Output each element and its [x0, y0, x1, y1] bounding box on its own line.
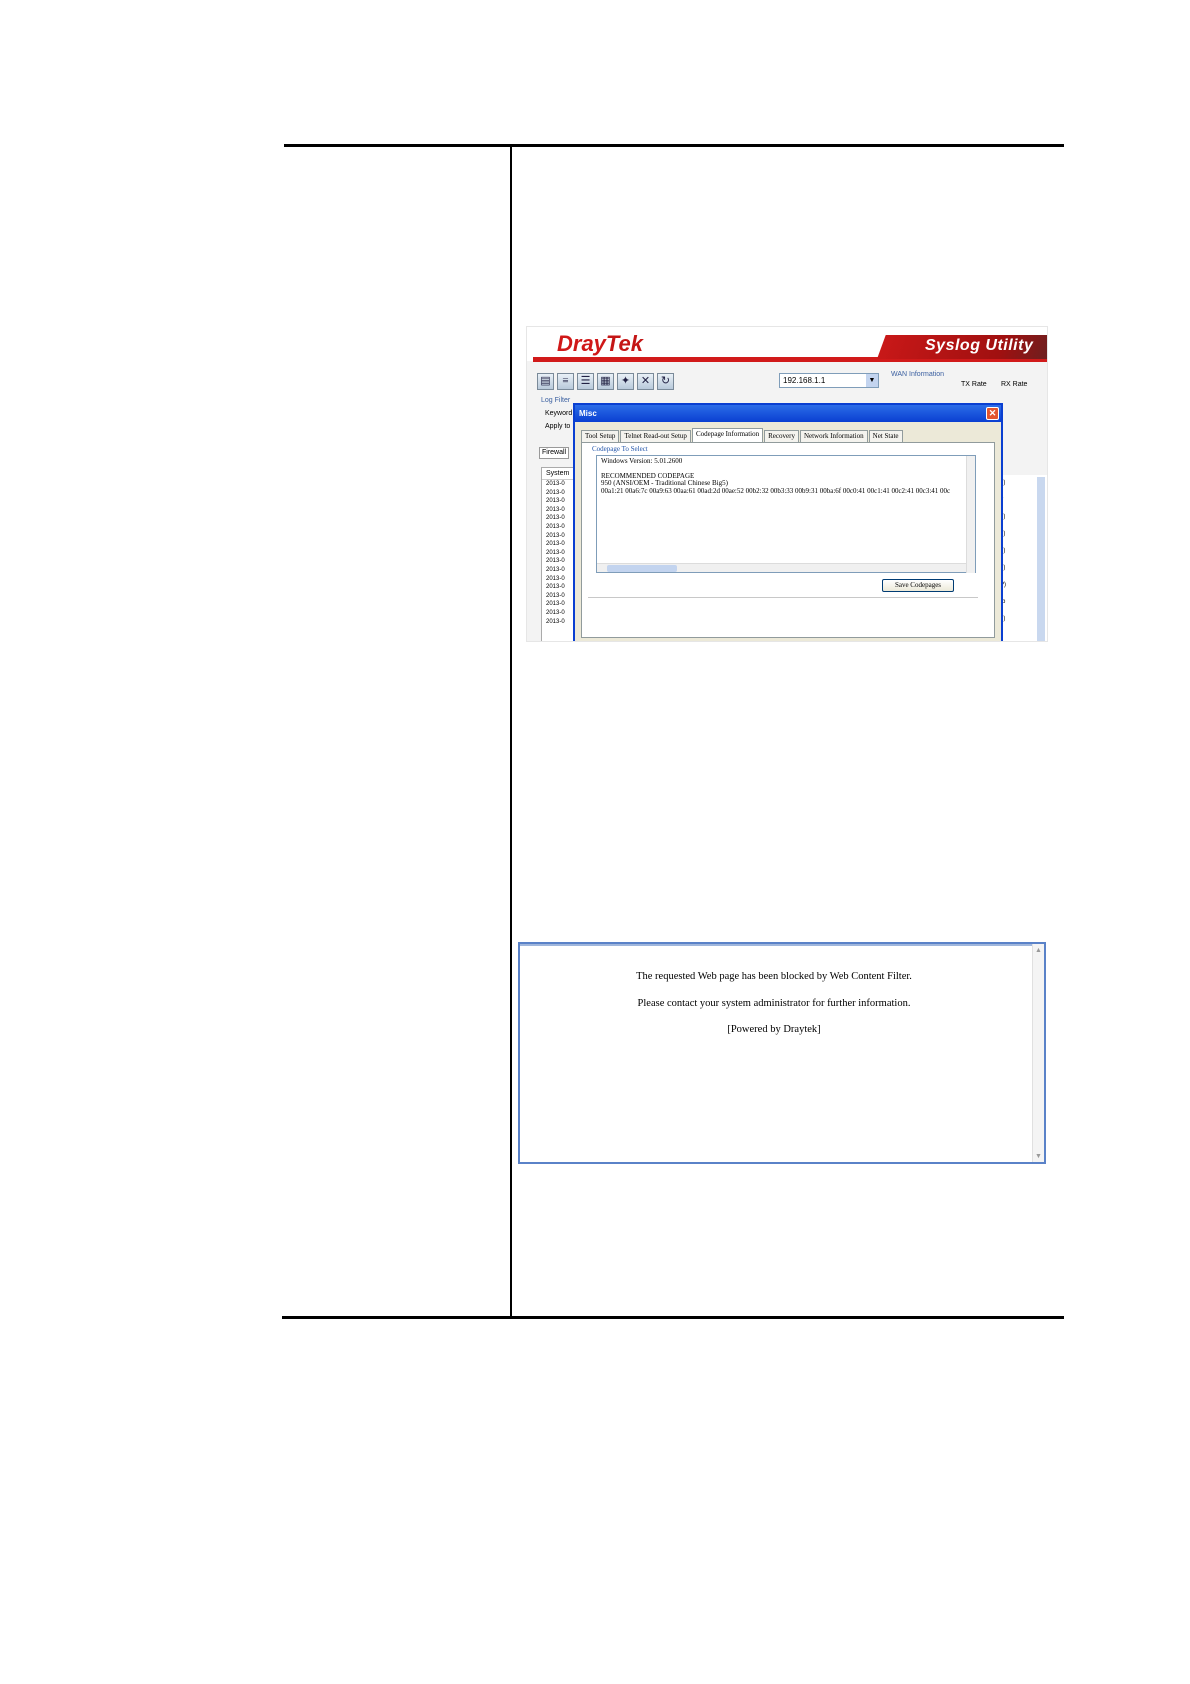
syslog-log-list: System 2013-0 2013-0 2013-0 2013-0 2013-… [541, 467, 577, 641]
scroll-down-icon[interactable]: ▼ [1034, 1151, 1043, 1161]
bulb-icon[interactable]: ✦ [617, 373, 634, 390]
close-icon[interactable]: ✕ [986, 407, 999, 420]
table-column-divider [510, 146, 512, 1318]
table-row[interactable]: 2013-0 [542, 480, 576, 489]
stack-icon[interactable]: ☰ [577, 373, 594, 390]
tab-firewall[interactable]: Firewall [539, 447, 569, 459]
table-row[interactable]: 2013-0 [542, 566, 576, 575]
misc-tab-strip: Tool Setup Telnet Read-out Setup Codepag… [575, 422, 1001, 442]
table-row[interactable]: 2013-0 [542, 506, 576, 515]
draytek-logo: DrayTek [557, 331, 644, 356]
table-row[interactable]: 2013-0 [542, 592, 576, 601]
contact-admin-message: Please contact your system administrator… [637, 998, 911, 1009]
refresh-icon[interactable]: ↻ [657, 373, 674, 390]
table-bottom-rule [282, 1316, 1064, 1319]
tab-codepage-information[interactable]: Codepage Information [691, 428, 764, 442]
blocked-page-top-border [520, 944, 1044, 946]
chevron-down-icon[interactable]: ▼ [866, 374, 878, 387]
codepage-textbox[interactable]: Windows Version: 5.01.2600 RECOMMENDED C… [596, 455, 976, 573]
tab-net-state[interactable]: Net State [868, 430, 903, 442]
table-row[interactable]: 2013-0 [542, 575, 576, 584]
log-list-header: System [542, 468, 576, 480]
table-row[interactable]: 2013-0 [542, 609, 576, 618]
codepage-text: Windows Version: 5.01.2600 RECOMMENDED C… [601, 458, 961, 495]
tx-rate-label: TX Rate [961, 381, 987, 388]
grid-icon[interactable]: ▦ [597, 373, 614, 390]
table-row[interactable]: 2013-0 [542, 514, 576, 523]
rx-rate-label: RX Rate [1001, 381, 1028, 388]
save-codepages-button[interactable]: Save Codepages [882, 579, 954, 592]
keyword-label: Keyword [545, 410, 573, 417]
tab-recovery[interactable]: Recovery [764, 430, 799, 442]
log-scrollbar[interactable] [1037, 477, 1045, 641]
table-row[interactable]: 2013-0 [542, 497, 576, 506]
misc-dialog-title: Misc [579, 409, 597, 418]
table-row[interactable]: 2013-0 [542, 583, 576, 592]
syslog-utility-screenshot: DrayTek Syslog Utility ▤ ≡ ☰ ▦ ✦ ✕ ↻ 192… [526, 326, 1048, 642]
table-row[interactable]: 2013-0 [542, 540, 576, 549]
powered-by-text: [Powered by Draytek] [727, 1024, 821, 1035]
misc-dialog: Misc ✕ Tool Setup Telnet Read-out Setup … [573, 403, 1003, 641]
scroll-up-icon[interactable]: ▲ [1034, 945, 1043, 955]
table-top-rule [284, 144, 1064, 147]
router-ip-select[interactable]: 192.168.1.1 ▼ [779, 373, 879, 388]
blocked-page-screenshot: The requested Web page has been blocked … [518, 942, 1046, 1164]
list-icon[interactable]: ≡ [557, 373, 574, 390]
blocked-page-scrollbar[interactable]: ▲ ▼ [1032, 944, 1044, 1162]
tab-telnet-readout-setup[interactable]: Telnet Read-out Setup [620, 430, 691, 442]
tools-icon[interactable]: ✕ [637, 373, 654, 390]
codepage-panel: Codepage To Select Windows Version: 5.01… [581, 442, 995, 638]
table-row[interactable]: 2013-0 [542, 618, 576, 627]
save-icon[interactable]: ▤ [537, 373, 554, 390]
table-row[interactable]: 2013-0 [542, 600, 576, 609]
table-row[interactable]: 2013-0 [542, 549, 576, 558]
tab-tool-setup[interactable]: Tool Setup [581, 430, 620, 442]
panel-divider [588, 597, 978, 598]
syslog-banner: DrayTek Syslog Utility [527, 327, 1047, 362]
codepage-line: 00a1:21 00a6:7c 00a9:63 00aa:61 00ad:2d … [601, 486, 951, 495]
scroll-thumb[interactable] [607, 565, 677, 572]
table-row[interactable]: 2013-0 [542, 532, 576, 541]
codepage-group-label: Codepage To Select [590, 445, 650, 453]
table-row[interactable]: 2013-0 [542, 489, 576, 498]
table-row[interactable]: 2013-0 [542, 523, 576, 532]
blocked-message: The requested Web page has been blocked … [636, 971, 912, 982]
misc-dialog-titlebar[interactable]: Misc ✕ [575, 405, 1001, 422]
vertical-scrollbar[interactable] [966, 456, 975, 573]
wan-information-label: WAN Information [891, 371, 945, 378]
apply-to-label: Apply to [545, 423, 571, 430]
tab-network-information[interactable]: Network Information [799, 430, 868, 442]
table-row[interactable]: 2013-0 [542, 557, 576, 566]
syslog-toolbar: ▤ ≡ ☰ ▦ ✦ ✕ ↻ [537, 373, 674, 390]
codepage-line: Windows Version: 5.01.2600 [601, 458, 683, 465]
app-title: Syslog Utility [925, 337, 1034, 354]
log-filter-label: Log Filter [541, 397, 571, 404]
horizontal-scrollbar[interactable] [597, 563, 967, 572]
